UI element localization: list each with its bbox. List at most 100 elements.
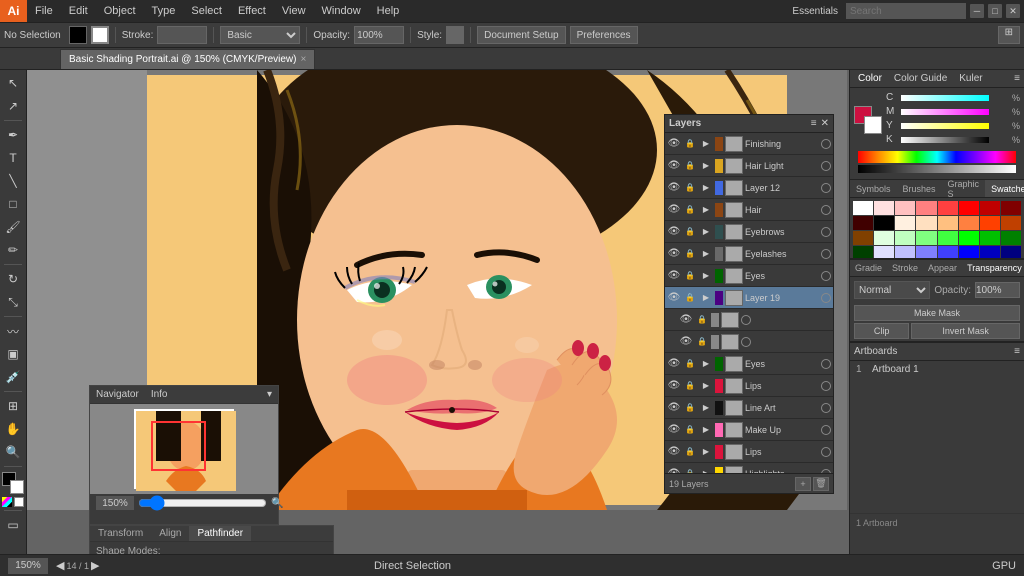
layer-target-circle[interactable]	[821, 271, 831, 281]
layer-lock-icon[interactable]: 🔒	[683, 225, 697, 239]
document-tab[interactable]: Basic Shading Portrait.ai @ 150% (CMYK/P…	[60, 49, 315, 69]
nav-zoom-slider[interactable]	[138, 499, 267, 507]
stroke-tab[interactable]: Stroke	[887, 260, 923, 276]
layer-item[interactable]: 👁 🔒 ▶ Layer 19	[665, 287, 833, 309]
swatch-cell[interactable]	[959, 216, 979, 230]
layer-lock-icon[interactable]: 🔒	[683, 137, 697, 151]
layers-menu-btn[interactable]: ≡	[811, 118, 817, 129]
layer-expand-icon[interactable]: ▶	[699, 269, 713, 283]
delete-layer-btn[interactable]: 🗑	[813, 477, 829, 491]
swatch-cell[interactable]	[874, 231, 894, 245]
layer-lock-icon[interactable]: 🔒	[683, 401, 697, 415]
layer-visibility-icon[interactable]: 👁	[679, 335, 693, 349]
layer-item[interactable]: 👁 🔒 ▶ Eyebrows	[665, 221, 833, 243]
layer-expand-icon[interactable]: ▶	[699, 137, 713, 151]
layer-item[interactable]: 👁 🔒 ▶ Make Up	[665, 419, 833, 441]
line-tool[interactable]: ╲	[2, 170, 24, 192]
menu-select[interactable]: Select	[183, 0, 230, 22]
rect-tool[interactable]: □	[2, 193, 24, 215]
layer-expand-icon[interactable]: ▶	[699, 203, 713, 217]
layer-target-circle[interactable]	[821, 293, 831, 303]
menu-help[interactable]: Help	[369, 0, 408, 22]
new-layer-btn[interactable]: +	[795, 477, 811, 491]
tab-close-button[interactable]: ×	[300, 54, 306, 65]
layer-target-circle[interactable]	[821, 205, 831, 215]
brush-select[interactable]: Basic	[220, 26, 300, 44]
layer-target-circle[interactable]	[821, 161, 831, 171]
layer-lock-icon[interactable]: 🔒	[683, 159, 697, 173]
tab-transform[interactable]: Transform	[90, 526, 151, 541]
navigator-tab[interactable]: Navigator	[96, 389, 139, 400]
minimize-button[interactable]: ─	[970, 4, 984, 18]
tab-pathfinder[interactable]: Pathfinder	[189, 526, 251, 541]
layer-lock-icon[interactable]: 🔒	[683, 181, 697, 195]
swatch-cell[interactable]	[938, 201, 958, 215]
swatch-cell[interactable]	[916, 201, 936, 215]
layer-expand-icon[interactable]: ▶	[699, 181, 713, 195]
layer-target-circle[interactable]	[821, 359, 831, 369]
swatch-cell[interactable]	[895, 201, 915, 215]
blend-mode-select[interactable]: Normal Multiply Screen Overlay	[854, 281, 930, 299]
preferences-button[interactable]: Preferences	[570, 26, 638, 44]
opacity-input-2[interactable]	[975, 282, 1020, 298]
swatches-tab[interactable]: Swatches	[985, 180, 1024, 197]
artboards-menu[interactable]: ≡	[1014, 346, 1020, 357]
opacity-input[interactable]	[354, 26, 404, 44]
maximize-button[interactable]: □	[988, 4, 1002, 18]
direct-select-tool[interactable]: ↗	[2, 95, 24, 117]
color-tab[interactable]: Color	[854, 73, 886, 84]
swatch-cell[interactable]	[980, 201, 1000, 215]
swatch-cell[interactable]	[1001, 231, 1021, 245]
paintbrush-tool[interactable]: 🖌	[2, 216, 24, 238]
close-button[interactable]: ✕	[1006, 4, 1020, 18]
layer-item[interactable]: 👁 🔒 ▶ Hair Light	[665, 155, 833, 177]
swatch-cell[interactable]	[959, 231, 979, 245]
layer-visibility-icon[interactable]: 👁	[667, 159, 681, 173]
pen-tool[interactable]: ✒	[2, 124, 24, 146]
menu-file[interactable]: File	[27, 0, 61, 22]
zoom-tool[interactable]: 🔍	[2, 441, 24, 463]
menu-type[interactable]: Type	[144, 0, 184, 22]
swatch-cell[interactable]	[1001, 216, 1021, 230]
layer-visibility-icon[interactable]: 👁	[667, 247, 681, 261]
zoom-input[interactable]	[8, 558, 48, 574]
layers-close-btn[interactable]: ✕	[821, 118, 829, 129]
layer-expand-icon[interactable]: ▶	[699, 401, 713, 415]
layer-item[interactable]: 👁 🔒 ▶ Eyes	[665, 353, 833, 375]
symbols-tab[interactable]: Symbols	[850, 180, 897, 197]
graphic-styles-tab[interactable]: Graphic S	[942, 180, 986, 197]
swatch-cell[interactable]	[916, 231, 936, 245]
swatch-cell[interactable]	[895, 246, 915, 258]
layer-expand-icon[interactable]: ▶	[699, 357, 713, 371]
none-mode-btn[interactable]	[14, 497, 24, 507]
swatch-cell[interactable]	[980, 231, 1000, 245]
layer-target-circle[interactable]	[821, 381, 831, 391]
layer-target-circle[interactable]	[821, 183, 831, 193]
swatch-cell[interactable]	[959, 246, 979, 258]
stroke-color-btn[interactable]	[10, 480, 24, 494]
layer-expand-icon[interactable]: ▶	[699, 379, 713, 393]
swatch-cell[interactable]	[1001, 246, 1021, 258]
layer-item[interactable]: 👁 🔒 ▶ Line Art	[665, 397, 833, 419]
color-spectrum[interactable]	[858, 151, 1016, 163]
layer-item[interactable]: 👁 🔒 ▶ Eyelashes	[665, 243, 833, 265]
layer-target-circle[interactable]	[821, 249, 831, 259]
swatch-cell[interactable]	[916, 246, 936, 258]
layer-lock-icon[interactable]: 🔒	[683, 203, 697, 217]
layer-lock-icon[interactable]: 🔒	[683, 423, 697, 437]
layer-lock-icon[interactable]: 🔒	[695, 313, 709, 327]
layer-target-circle[interactable]	[821, 425, 831, 435]
layer-target-circle[interactable]	[821, 403, 831, 413]
nav-zoom-input[interactable]	[96, 496, 134, 510]
layer-lock-icon[interactable]: 🔒	[695, 335, 709, 349]
layer-visibility-icon[interactable]: 👁	[667, 401, 681, 415]
color-mode-btn[interactable]	[2, 497, 12, 507]
layer-target-circle[interactable]	[821, 447, 831, 457]
swatch-cell[interactable]	[874, 201, 894, 215]
layer-target-circle[interactable]	[821, 139, 831, 149]
layer-item[interactable]: 👁 🔒 ▶ Lips	[665, 375, 833, 397]
gradient-tab[interactable]: Gradie	[850, 260, 887, 276]
layer-target-circle[interactable]	[821, 227, 831, 237]
scale-tool[interactable]: ⤡	[2, 291, 24, 313]
menu-edit[interactable]: Edit	[61, 0, 96, 22]
